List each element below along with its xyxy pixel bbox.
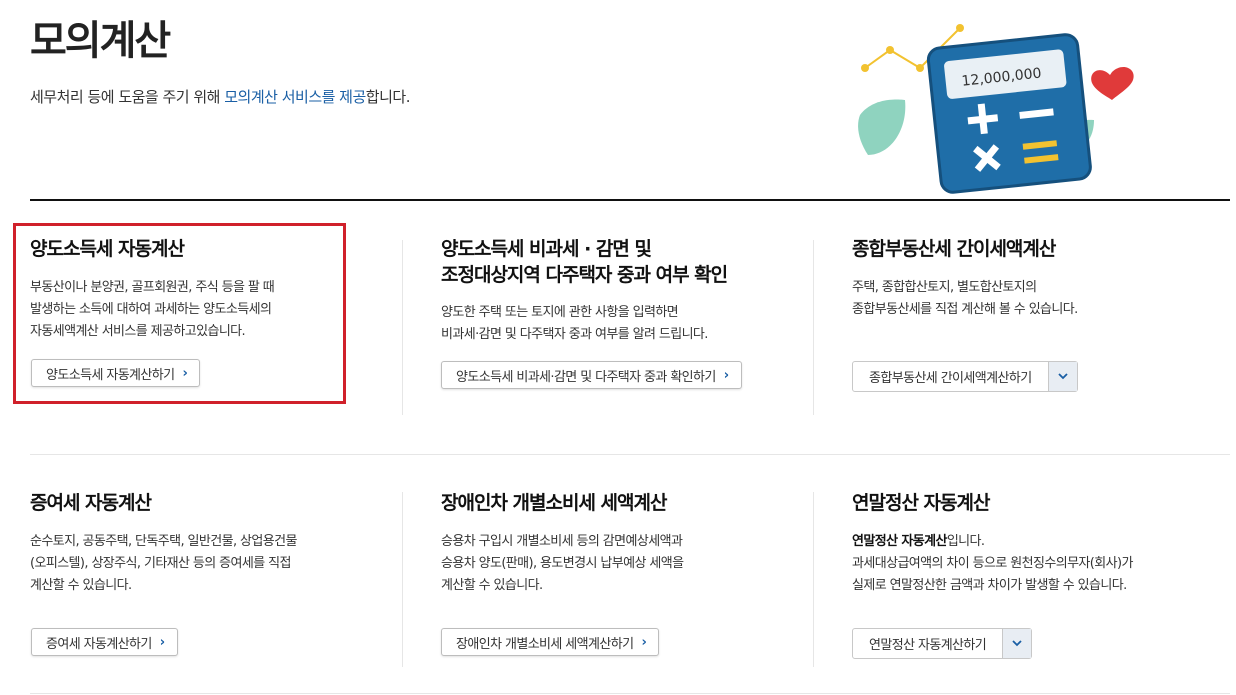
subtitle-highlight: 모의계산 서비스를 제공 — [224, 88, 366, 106]
column-divider — [402, 492, 403, 667]
card-description: 승용차 구입시 개별소비세 등의 감면예상세액과 승용차 양도(판매), 용도변… — [441, 531, 811, 597]
button-label: 양도소득세 비과세·감면 및 다주택자 중과 확인하기 — [456, 369, 716, 385]
card-disabled-vehicle-tax: 장애인차 개별소비세 세액계산 승용차 구입시 개별소비세 등의 감면예상세액과… — [441, 490, 811, 597]
description-line: 실제로 연말정산한 금액과 차이가 발생할 수 있습니다. — [852, 578, 1127, 593]
select-value: 종합부동산세 간이세액계산하기 — [869, 371, 1032, 386]
description-line: 양도한 주택 또는 토지에 관한 사항을 입력하면 — [441, 305, 679, 320]
description-line: 종합부동산세를 직접 계산해 볼 수 있습니다. — [852, 302, 1078, 317]
button-label: 증여세 자동계산하기 — [46, 636, 152, 652]
column-divider — [402, 240, 403, 415]
card-description: 양도한 주택 또는 토지에 관한 사항을 입력하면 비과세·감면 및 다주택자 … — [441, 302, 811, 346]
chevron-right-icon: › — [641, 634, 647, 650]
description-line: 승용차 양도(판매), 용도변경시 납부예상 세액을 — [441, 556, 684, 571]
card-description: 순수토지, 공동주택, 단독주택, 일반건물, 상업용건물 (오피스텔), 상장… — [30, 531, 400, 597]
header-divider — [30, 199, 1230, 201]
description-line: 비과세·감면 및 다주택자 중과 여부를 알려 드립니다. — [441, 327, 708, 342]
description-line: 과세대상급여액의 차이 등으로 원천징수의무자(회사)가 — [852, 556, 1133, 571]
subtitle-suffix: 합니다. — [365, 88, 411, 106]
heart-icon — [1091, 66, 1134, 100]
chevron-down-icon — [1047, 362, 1077, 391]
description-line: 계산할 수 있습니다. — [441, 578, 543, 593]
leaf-icon — [858, 99, 906, 155]
calculator-illustration: 12,000,000 — [858, 24, 1134, 194]
column-divider — [813, 492, 814, 667]
card-title: 장애인차 개별소비세 세액계산 — [441, 492, 667, 514]
description-text: 입니다. — [946, 534, 985, 549]
property-tax-calc-select[interactable]: 종합부동산세 간이세액계산하기 — [852, 361, 1078, 392]
card-tax-exemption-check: 양도소득세 비과세 · 감면 및 조정대상지역 다주택자 중과 여부 확인 양도… — [441, 236, 811, 346]
card-title: 양도소득세 비과세 · 감면 및 조정대상지역 다주택자 중과 여부 확인 — [441, 236, 811, 288]
card-comprehensive-property-tax: 종합부동산세 간이세액계산 주택, 종합합산토지, 별도합산토지의 종합부동산세… — [852, 236, 1222, 321]
highlight-box — [13, 223, 346, 404]
title-line: 조정대상지역 다주택자 중과 여부 확인 — [441, 264, 728, 286]
description-line: (오피스텔), 상장주식, 기타재산 등의 증여세를 직접 — [30, 556, 291, 571]
chevron-right-icon: › — [723, 367, 729, 383]
card-description: 주택, 종합합산토지, 별도합산토지의 종합부동산세를 직접 계산해 볼 수 있… — [852, 277, 1222, 321]
description-line: 주택, 종합합산토지, 별도합산토지의 — [852, 280, 1037, 295]
card-gift-tax: 증여세 자동계산 순수토지, 공동주택, 단독주택, 일반건물, 상업용건물 (… — [30, 490, 400, 597]
page-subtitle: 세무처리 등에 도움을 주기 위해 모의계산 서비스를 제공합니다. — [30, 86, 410, 107]
description-bold: 연말정산 자동계산 — [852, 534, 947, 549]
description-line: 계산할 수 있습니다. — [30, 578, 132, 593]
page-title: 모의계산 — [30, 18, 171, 64]
year-end-settlement-select[interactable]: 연말정산 자동계산하기 — [852, 628, 1033, 659]
card-title: 연말정산 자동계산 — [852, 492, 990, 514]
row-divider — [30, 454, 1230, 455]
description-line: 승용차 구입시 개별소비세 등의 감면예상세액과 — [441, 534, 683, 549]
title-line: 양도소득세 비과세 · 감면 및 — [441, 238, 652, 260]
button-label: 장애인차 개별소비세 세액계산하기 — [456, 636, 634, 652]
card-description: 연말정산 자동계산입니다. 과세대상급여액의 차이 등으로 원천징수의무자(회사… — [852, 531, 1222, 597]
calculator-icon — [926, 33, 1092, 194]
card-title: 종합부동산세 간이세액계산 — [852, 238, 1056, 260]
description-line: 순수토지, 공동주택, 단독주택, 일반건물, 상업용건물 — [30, 534, 297, 549]
chevron-down-icon — [1002, 629, 1032, 658]
subtitle-prefix: 세무처리 등에 도움을 주기 위해 — [30, 88, 225, 106]
select-value: 연말정산 자동계산하기 — [869, 638, 987, 653]
vehicle-tax-calc-button[interactable]: 장애인차 개별소비세 세액계산하기 › — [441, 628, 660, 656]
chevron-right-icon: › — [159, 634, 165, 650]
card-year-end-settlement: 연말정산 자동계산 연말정산 자동계산입니다. 과세대상급여액의 차이 등으로 … — [852, 490, 1222, 597]
column-divider — [813, 240, 814, 415]
exemption-check-button[interactable]: 양도소득세 비과세·감면 및 다주택자 중과 확인하기 › — [441, 361, 742, 389]
gift-tax-calc-button[interactable]: 증여세 자동계산하기 › — [31, 628, 178, 656]
card-title: 증여세 자동계산 — [30, 492, 152, 514]
row-divider — [30, 693, 1230, 694]
